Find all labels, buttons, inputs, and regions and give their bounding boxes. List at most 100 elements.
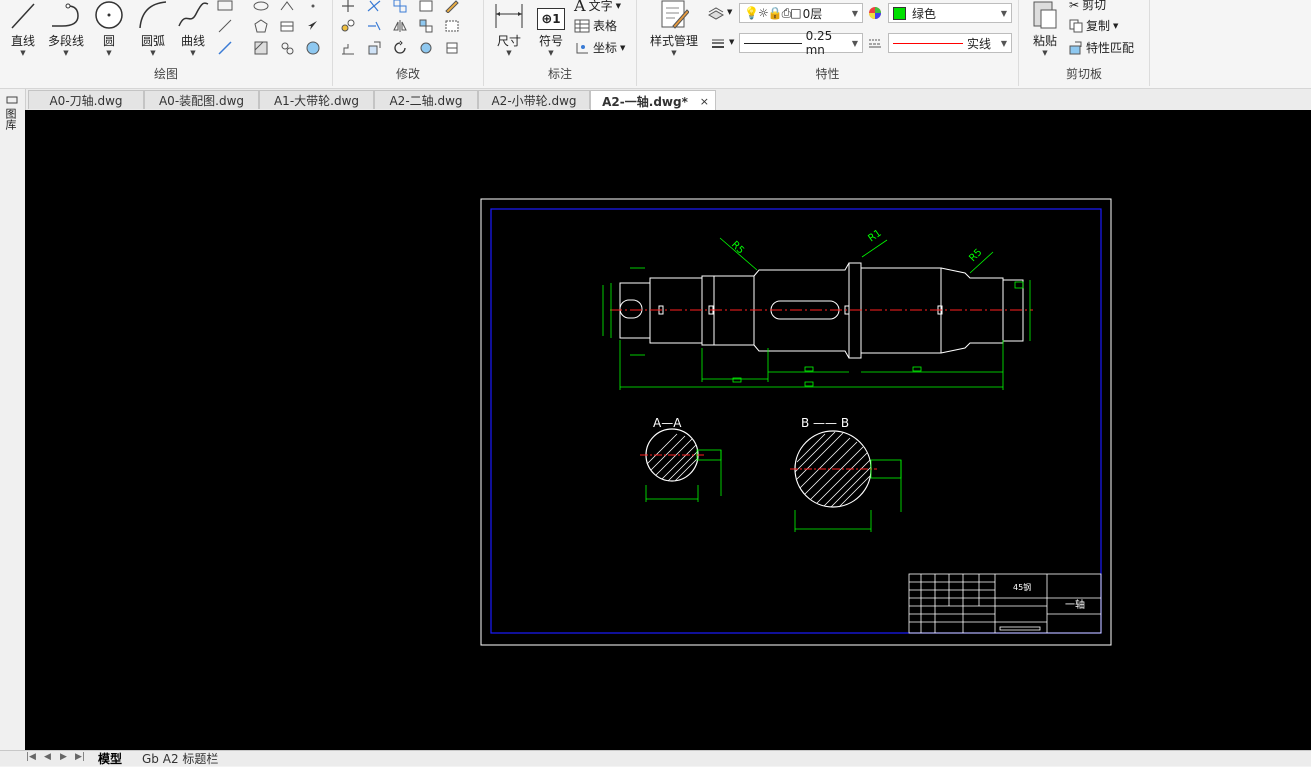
table-icon	[574, 19, 590, 32]
cut-icon: ✂	[1069, 0, 1080, 12]
properties-group-label: 特性	[815, 67, 840, 81]
layer-dropdown[interactable]: 💡☼🔒⎙□ 0层 ▼	[739, 3, 863, 23]
side-panel: 图库	[0, 89, 26, 750]
tab-label: A2-二轴.dwg	[389, 93, 463, 108]
extend-icon[interactable]	[365, 17, 383, 35]
arc-icon	[139, 1, 167, 29]
explode-icon[interactable]	[417, 39, 435, 57]
model-tab[interactable]: 模型	[98, 751, 122, 766]
properties-group: 样式管理 ▼ ▼ 💡☼🔒⎙□ 0层 ▼ 绿色 ▼ ▼ 0.25 mn ▼ 实线 …	[637, 0, 1019, 86]
rotate-icon[interactable]	[391, 39, 409, 57]
layout-tab-bar: |◀ ◀ ▶ ▶| 模型 Gb A2 标题栏	[0, 750, 1311, 766]
tab-a2-first-shaft[interactable]: A2-一轴.dwg* ×	[590, 90, 716, 111]
polyline-button[interactable]: 多段线 ▼	[44, 0, 88, 57]
line-label: 直线	[10, 34, 35, 48]
annotate-group-label: 标注	[547, 67, 572, 81]
copy-object-icon[interactable]	[339, 17, 357, 35]
linetype-value: 实线	[967, 36, 992, 51]
tab-a2-small-pulley[interactable]: A2-小带轮.dwg	[478, 90, 590, 109]
modify-group: 修改	[333, 0, 484, 86]
stretch-icon[interactable]	[417, 0, 435, 15]
region-tool-icon[interactable]	[278, 39, 296, 57]
hatch-tool-icon[interactable]	[252, 39, 270, 57]
polyline-icon	[52, 3, 79, 27]
prev-icon[interactable]: ◀	[44, 752, 51, 762]
line-button[interactable]: 直线 ▼	[6, 0, 40, 57]
mirror-icon[interactable]	[391, 17, 409, 35]
polyline-label: 多段线	[47, 34, 84, 48]
edit-pencil-icon[interactable]	[443, 0, 461, 15]
circle-button[interactable]: 圆 ▼	[92, 0, 126, 57]
style-manager-label: 样式管理	[649, 34, 698, 48]
tab-label: A1-大带轮.dwg	[273, 93, 360, 108]
construction-line-icon[interactable]	[216, 17, 234, 35]
symbol-label: 符号	[538, 34, 563, 48]
array-icon[interactable]	[339, 39, 357, 57]
text-label: 文字	[588, 0, 613, 13]
ellipse-tool-icon[interactable]	[252, 0, 270, 15]
first-icon[interactable]: |◀	[26, 752, 36, 762]
pointer-tool-icon[interactable]	[304, 17, 322, 35]
lineweight-icon[interactable]	[709, 34, 727, 52]
trim-icon[interactable]	[365, 0, 383, 15]
rectangle-tool-icon[interactable]	[216, 0, 234, 15]
last-icon[interactable]: ▶|	[75, 752, 85, 762]
layer-manager-icon[interactable]	[707, 4, 725, 22]
tab-a0-assembly[interactable]: A0-装配图.dwg	[144, 90, 259, 109]
wipeout-tool-icon[interactable]	[304, 39, 322, 57]
text-button[interactable]: A 文字 ▼	[574, 0, 621, 15]
curve-icon	[178, 2, 209, 27]
color-value: 绿色	[912, 6, 937, 21]
linetype-icon[interactable]	[866, 34, 884, 52]
close-icon[interactable]: ×	[700, 95, 709, 108]
copy-button[interactable]: 复制 ▼	[1069, 17, 1118, 34]
style-manager-icon	[661, 0, 689, 29]
draw-group-label: 绘图	[153, 67, 178, 81]
tab-a2-second-shaft[interactable]: A2-二轴.dwg	[374, 90, 478, 109]
color-dropdown[interactable]: 绿色 ▼	[888, 3, 1012, 23]
offset-icon[interactable]	[391, 0, 409, 15]
arc-label: 圆弧	[140, 34, 165, 48]
clipboard-group: 粘贴 ▼ ✂ 剪切 复制 ▼ 特性匹配 剪切板	[1019, 0, 1150, 86]
tab-a1-large-pulley[interactable]: A1-大带轮.dwg	[259, 90, 374, 109]
lineweight-dropdown[interactable]: 0.25 mn ▼	[739, 29, 863, 57]
ray-icon[interactable]	[216, 39, 234, 57]
paste-button[interactable]: 粘贴 ▼	[1027, 0, 1063, 57]
spline-tool-icon[interactable]	[278, 0, 296, 15]
tab-label: A2-一轴.dwg*	[602, 94, 688, 109]
tab-a0-cutter-shaft[interactable]: A0-刀轴.dwg	[28, 90, 144, 109]
style-manager-button[interactable]: 样式管理 ▼	[643, 0, 705, 57]
next-icon[interactable]: ▶	[60, 752, 67, 762]
symbol-button[interactable]: ⊕ 1 符号 ▼	[534, 0, 568, 57]
linetype-dropdown[interactable]: 实线 ▼	[888, 33, 1012, 53]
polygon-tool-icon[interactable]	[252, 17, 270, 35]
tab-label: A2-小带轮.dwg	[491, 93, 577, 108]
arc-button[interactable]: 圆弧 ▼	[133, 0, 173, 57]
block-tool-icon[interactable]	[278, 17, 296, 35]
dimension-button[interactable]: 尺寸 ▼	[492, 0, 526, 57]
drawing-svg: R5 R1 R5 A—A B —— B 45钢 一轴	[480, 198, 1112, 646]
tab-label: A0-刀轴.dwg	[49, 93, 123, 108]
curve-button[interactable]: 曲线 ▼	[175, 0, 211, 57]
symbol-value: 1	[552, 12, 561, 26]
cut-button[interactable]: ✂ 剪切	[1069, 0, 1106, 13]
layout-tab-gb-a2[interactable]: Gb A2 标题栏	[142, 751, 218, 766]
point-tool-icon[interactable]	[304, 0, 322, 15]
color-wheel-icon[interactable]	[866, 4, 884, 22]
match-properties-button[interactable]: 特性匹配	[1069, 39, 1134, 56]
table-button[interactable]: 表格	[574, 17, 617, 34]
join-icon[interactable]	[443, 39, 461, 57]
draw-group: 直线 ▼ 多段线 ▼ 圆 ▼ 圆弧 ▼ 曲线 ▼ 绘图	[0, 0, 333, 86]
fillet-icon[interactable]	[417, 17, 435, 35]
coordinate-icon	[576, 42, 588, 53]
section-a-view	[640, 428, 722, 502]
move-icon[interactable]	[339, 0, 357, 15]
annotate-group: 尺寸 ▼ ⊕ 1 符号 ▼ A 文字 ▼ 表格 坐标 ▼ 标注	[484, 0, 637, 86]
coordinate-button[interactable]: 坐标 ▼	[574, 39, 625, 56]
drawing-border	[490, 208, 1102, 634]
break-icon[interactable]	[443, 17, 461, 35]
scale-icon[interactable]	[365, 39, 383, 57]
drawing-canvas[interactable]: R5 R1 R5 A—A B —— B 45钢 一轴	[25, 110, 1311, 750]
modify-group-label: 修改	[395, 67, 420, 81]
library-panel-tab[interactable]: 图库	[4, 95, 20, 130]
